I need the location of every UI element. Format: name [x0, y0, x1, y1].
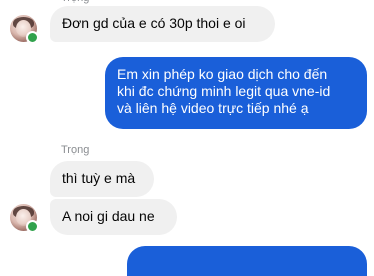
sender-avatar[interactable] — [10, 15, 39, 44]
message-text-line: khi đc chứng minh legit qua vne-id — [117, 83, 331, 99]
message-text-line: Em xin phép ko giao dịch cho đến — [117, 66, 328, 82]
message-text: A noi gi dau ne — [62, 208, 155, 224]
message-bubble-outgoing[interactable]: Em xin phép ko giao dịch cho đến khi đc … — [105, 57, 367, 129]
sender-avatar[interactable] — [10, 204, 39, 233]
message-text: thì tuỳ e mà — [62, 170, 136, 186]
message-text: Đơn gd của e có 30p thoi e oi — [62, 15, 246, 31]
sender-name: Trọng — [61, 144, 90, 156]
message-bubble-outgoing-partial[interactable] — [127, 246, 367, 276]
sender-name-top: Trọng — [61, 0, 89, 5]
message-bubble-incoming[interactable]: A noi gi dau ne — [50, 199, 177, 235]
message-text-line: và liên hệ video trực tiếp nhé ạ — [117, 100, 309, 116]
message-bubble-incoming[interactable]: Đơn gd của e có 30p thoi e oi — [50, 6, 275, 42]
online-status-icon — [26, 220, 39, 233]
message-bubble-incoming[interactable]: thì tuỳ e mà — [50, 161, 154, 197]
online-status-icon — [26, 31, 39, 44]
